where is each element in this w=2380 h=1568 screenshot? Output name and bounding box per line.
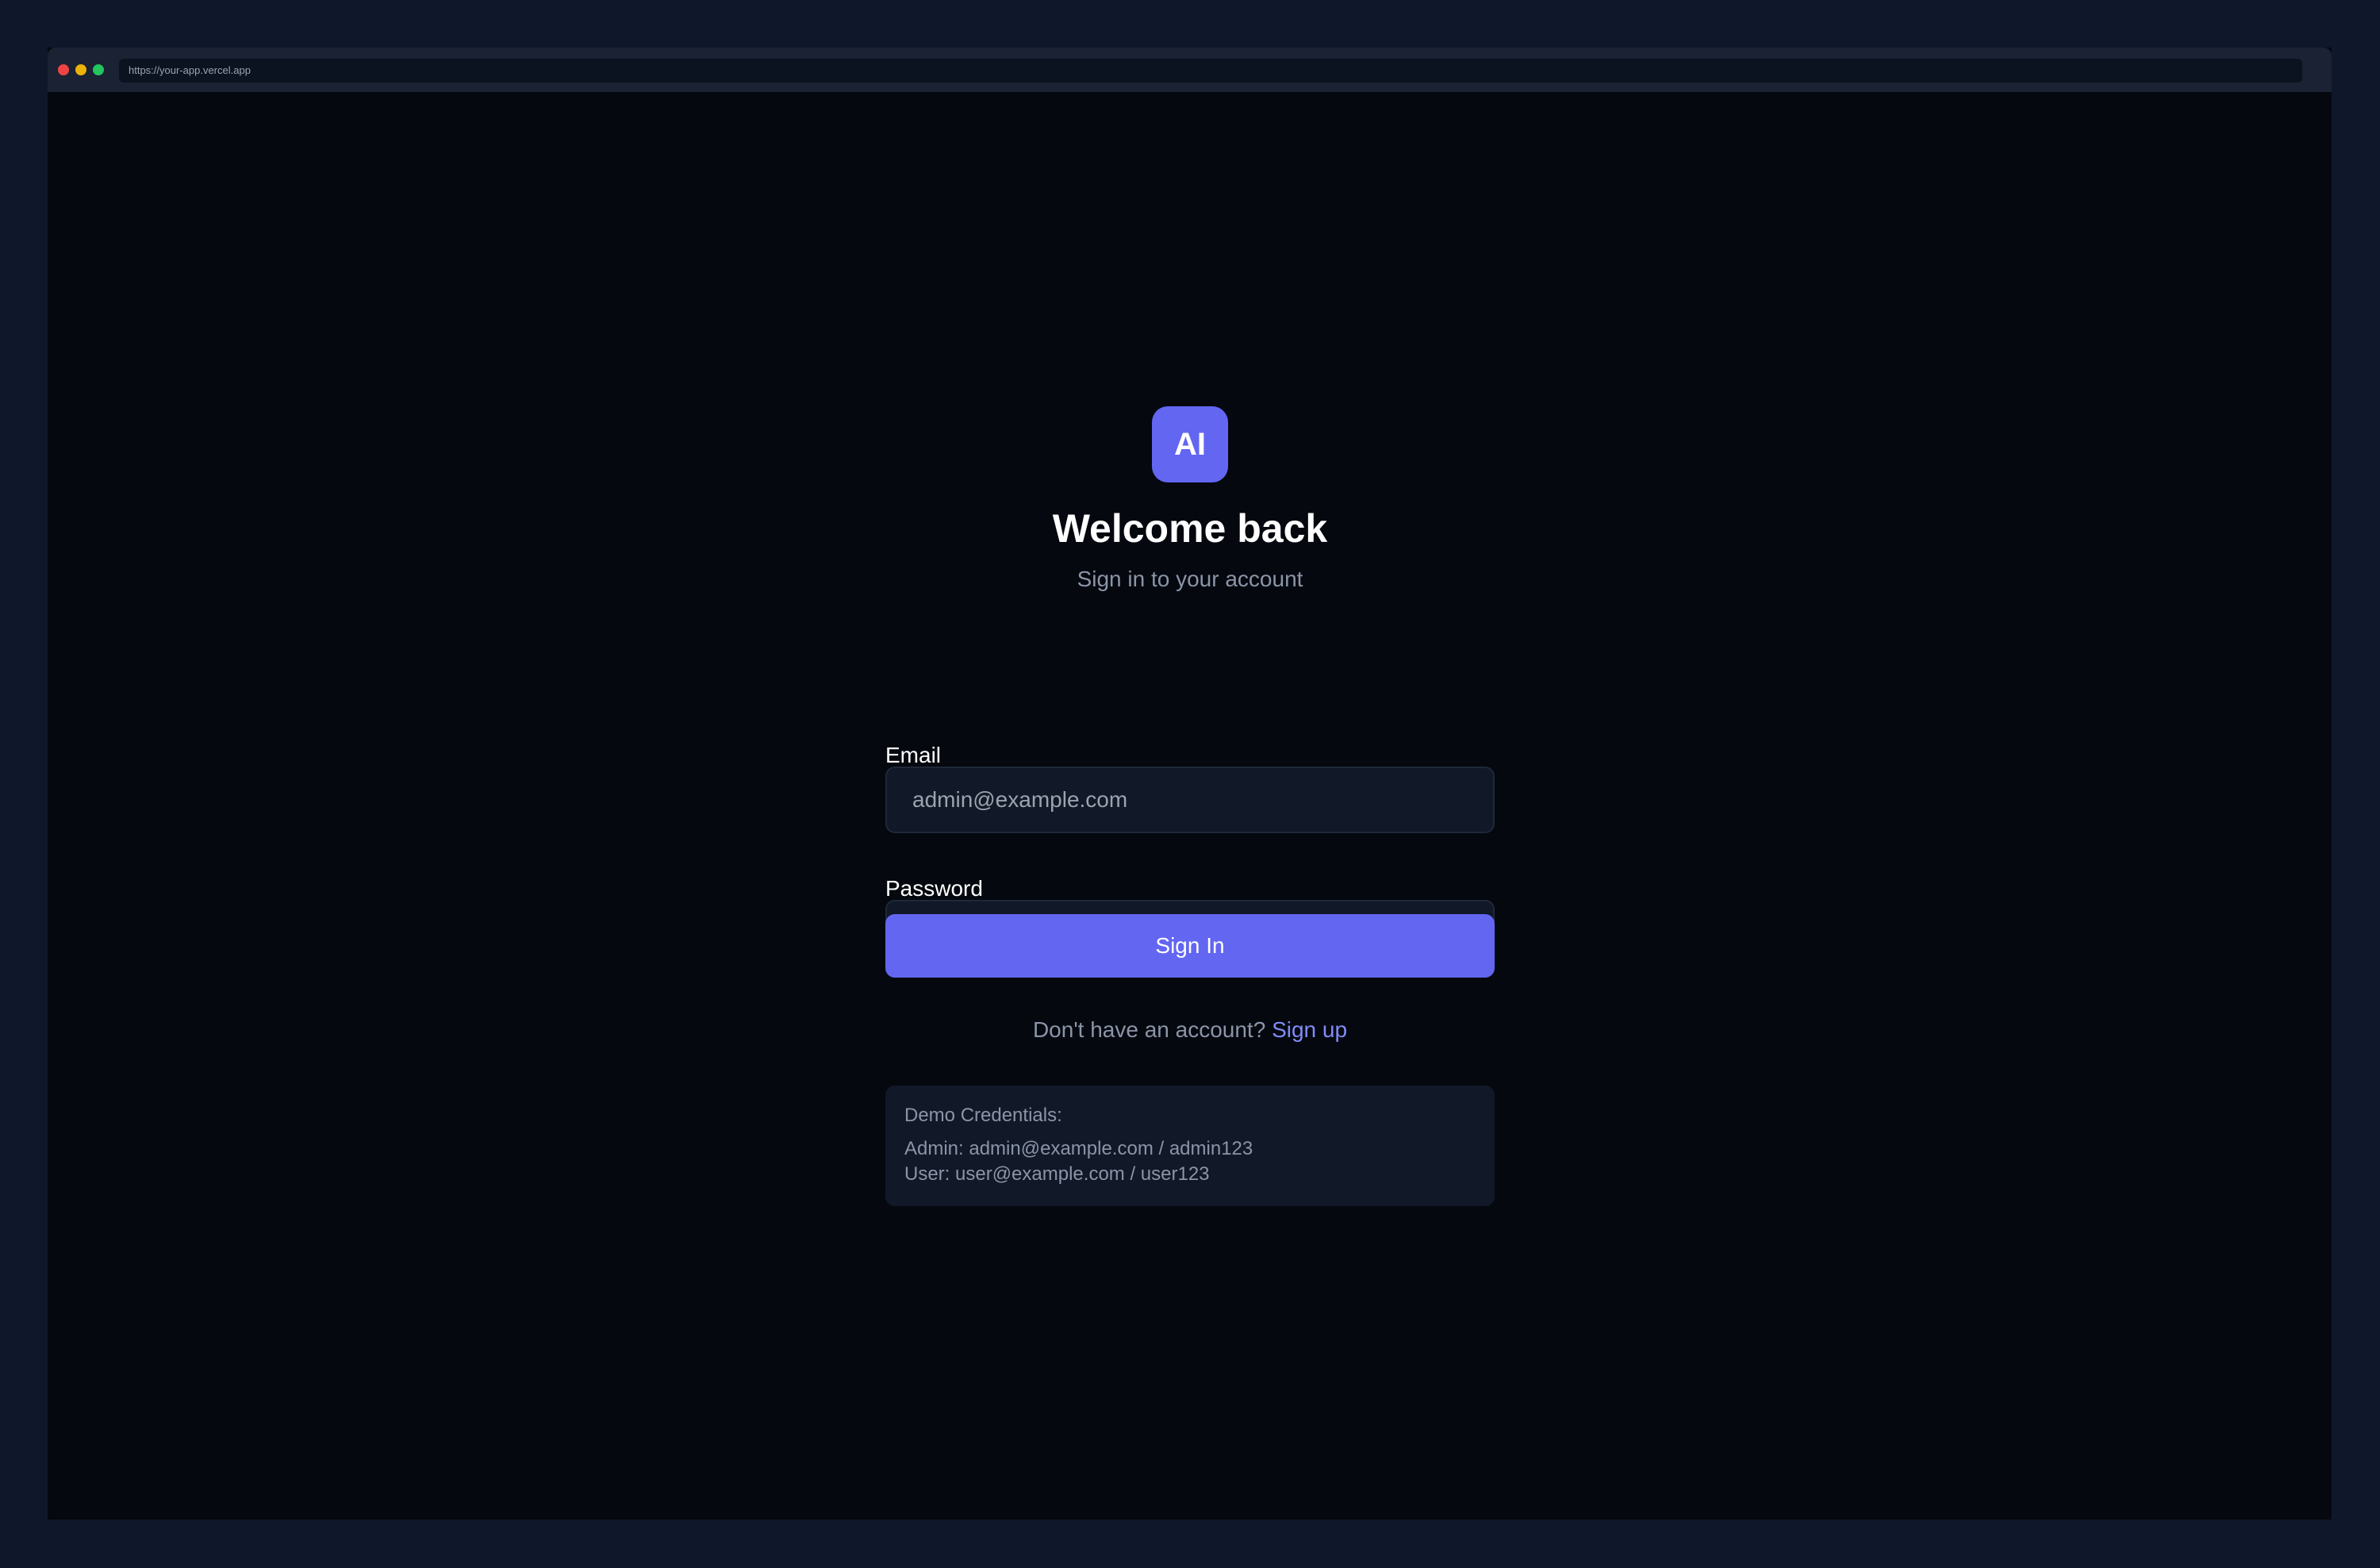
password-label: Password xyxy=(885,876,983,901)
minimize-window-icon[interactable] xyxy=(75,64,86,75)
browser-window: https://your-app.vercel.app AI Welcome b… xyxy=(48,48,2332,1520)
sign-in-button[interactable]: Sign In xyxy=(885,914,1495,978)
login-page: AI Welcome back Sign in to your account … xyxy=(48,92,2332,1520)
demo-admin-credentials: Admin: admin@example.com / admin123 xyxy=(904,1138,1253,1159)
maximize-window-icon[interactable] xyxy=(93,64,104,75)
browser-chrome: https://your-app.vercel.app xyxy=(48,48,2332,92)
demo-credentials-title: Demo Credentials: xyxy=(904,1105,1062,1126)
close-window-icon[interactable] xyxy=(58,64,69,75)
email-field[interactable] xyxy=(885,767,1495,833)
page-title: Welcome back xyxy=(1052,506,1328,551)
email-label: Email xyxy=(885,743,942,767)
page-subtitle: Sign in to your account xyxy=(1077,567,1303,591)
demo-user-credentials: User: user@example.com / user123 xyxy=(904,1163,1210,1185)
address-bar[interactable]: https://your-app.vercel.app xyxy=(119,59,2302,83)
signup-prompt: Don't have an account? Sign up xyxy=(885,1014,1495,1046)
app-logo: AI xyxy=(1152,406,1228,482)
signup-prompt-text: Don't have an account? xyxy=(1032,1017,1273,1042)
sign-up-link[interactable]: Sign up xyxy=(1272,1017,1347,1042)
demo-credentials-box: Demo Credentials: Admin: admin@example.c… xyxy=(885,1086,1495,1206)
